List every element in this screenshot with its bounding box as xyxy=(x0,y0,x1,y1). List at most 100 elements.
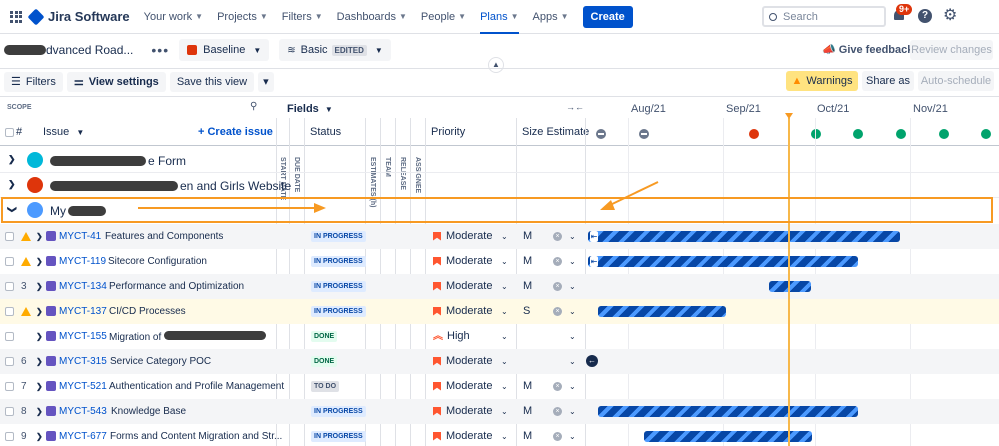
review-changes-button[interactable]: Review changes xyxy=(910,40,993,60)
status-lozenge[interactable]: DONE xyxy=(311,331,338,342)
release-status-icon[interactable] xyxy=(939,129,949,139)
status-lozenge[interactable]: IN PROGRESS xyxy=(311,306,366,317)
chevron-down-icon[interactable]: ⌄ xyxy=(501,382,508,391)
chevron-right-icon[interactable]: ❯ xyxy=(36,232,43,241)
row-checkbox[interactable] xyxy=(5,232,14,241)
view-settings-button[interactable]: ⚌ View settings xyxy=(66,71,166,92)
chevron-down-icon[interactable]: ⌄ xyxy=(501,432,508,441)
project-group-row[interactable]: ❯ en and Girls Website xyxy=(0,173,585,197)
issue-summary[interactable]: Features and Components xyxy=(105,231,223,242)
row-checkbox[interactable] xyxy=(5,407,14,416)
chevron-down-icon[interactable]: ⌄ xyxy=(569,282,576,291)
timeline-bar[interactable] xyxy=(598,306,726,317)
chevron-right-icon[interactable]: ❯ xyxy=(36,257,43,266)
row-checkbox[interactable] xyxy=(5,257,14,266)
issue-summary[interactable]: Sitecore Configuration xyxy=(108,256,207,267)
warning-icon[interactable] xyxy=(21,307,31,316)
size-estimate-value[interactable]: M xyxy=(523,230,532,242)
clear-icon[interactable]: × xyxy=(553,307,562,316)
chevron-down-icon[interactable]: ⌄ xyxy=(569,257,576,266)
priority-select[interactable]: ︽ High xyxy=(433,330,470,342)
scenario-dropdown[interactable]: Baseline ▼ xyxy=(179,39,270,61)
issue-summary[interactable]: CI/CD Processes xyxy=(109,306,186,317)
issue-summary[interactable]: Performance and Optimization xyxy=(109,281,244,292)
app-switcher-icon[interactable] xyxy=(10,10,22,23)
clear-icon[interactable]: × xyxy=(553,382,562,391)
more-actions-icon[interactable]: ••• xyxy=(151,42,169,58)
chevron-down-icon[interactable]: ⌄ xyxy=(569,382,576,391)
warning-icon[interactable] xyxy=(21,257,31,266)
settings-gear-icon[interactable]: ⚙ xyxy=(943,8,957,24)
chevron-down-icon[interactable]: ⌄ xyxy=(501,407,508,416)
clear-icon[interactable]: × xyxy=(553,232,562,241)
priority-select[interactable]: Moderate xyxy=(433,430,492,442)
table-row[interactable]: 9 ❯ MYCT-677 Forms and Content Migration… xyxy=(0,424,999,446)
issue-key[interactable]: MYCT-677 xyxy=(59,431,107,442)
nav-apps[interactable]: Apps ▼ xyxy=(533,0,569,34)
nav-filters[interactable]: Filters ▼ xyxy=(282,0,323,34)
priority-select[interactable]: Moderate xyxy=(433,380,492,392)
project-group-row[interactable]: ❯ My xyxy=(0,198,585,222)
issue-summary[interactable]: Service Category POC xyxy=(110,356,211,367)
timeline-bar[interactable] xyxy=(588,256,858,267)
priority-select[interactable]: Moderate xyxy=(433,405,492,417)
clear-icon[interactable]: × xyxy=(553,257,562,266)
create-button[interactable]: Create xyxy=(582,5,633,28)
status-lozenge[interactable]: IN PROGRESS xyxy=(311,431,366,442)
priority-select[interactable]: Moderate xyxy=(433,355,492,367)
nav-projects[interactable]: Projects ▼ xyxy=(217,0,268,34)
size-estimate-value[interactable]: M xyxy=(523,405,532,417)
table-row[interactable]: ❯ MYCT-137 CI/CD Processes IN PROGRESS M… xyxy=(0,299,999,324)
timeline-bar[interactable] xyxy=(598,406,858,417)
chevron-down-icon[interactable]: ⌄ xyxy=(501,257,508,266)
status-lozenge[interactable]: IN PROGRESS xyxy=(311,281,366,292)
nav-people[interactable]: People ▼ xyxy=(421,0,466,34)
chevron-down-icon[interactable]: ⌄ xyxy=(501,282,508,291)
jira-logo[interactable]: Jira Software xyxy=(27,8,130,25)
issue-summary[interactable]: Knowledge Base xyxy=(111,406,186,417)
chevron-down-icon[interactable]: ⌄ xyxy=(501,232,508,241)
chevron-right-icon[interactable]: ❯ xyxy=(36,307,43,316)
row-checkbox[interactable] xyxy=(5,332,14,341)
chevron-right-icon[interactable]: ❯ xyxy=(36,282,43,291)
row-checkbox[interactable] xyxy=(5,282,14,291)
row-checkbox[interactable] xyxy=(5,432,14,441)
chevron-right-icon[interactable]: ❯ xyxy=(8,154,16,165)
nav-plans[interactable]: Plans ▼ xyxy=(480,0,519,34)
clear-icon[interactable]: × xyxy=(553,407,562,416)
timeline-bar[interactable] xyxy=(644,431,812,442)
filters-button[interactable]: ☰ Filters xyxy=(4,71,63,92)
chevron-down-icon[interactable]: ⌄ xyxy=(569,232,576,241)
clear-icon[interactable]: × xyxy=(553,432,562,441)
issue-key[interactable]: MYCT-134 xyxy=(59,281,107,292)
size-estimate-value[interactable]: M xyxy=(523,380,532,392)
search-icon[interactable]: ⚲ xyxy=(250,101,257,112)
nav-dashboards[interactable]: Dashboards ▼ xyxy=(337,0,407,34)
chevron-right-icon[interactable]: ❯ xyxy=(8,179,16,190)
release-warning-icon[interactable] xyxy=(749,129,759,139)
auto-schedule-button[interactable]: Auto-schedule xyxy=(918,71,994,91)
status-lozenge[interactable]: IN PROGRESS xyxy=(311,231,366,242)
release-status-icon[interactable] xyxy=(639,129,649,139)
search-input[interactable]: Search xyxy=(762,6,886,27)
release-status-icon[interactable] xyxy=(981,129,991,139)
chevron-down-icon[interactable]: ⌄ xyxy=(569,432,576,441)
project-group-row[interactable]: ❯ e Form xyxy=(0,148,585,172)
save-view-chevron-icon[interactable]: ▾ xyxy=(258,71,274,92)
size-estimate-value[interactable]: S xyxy=(523,305,530,317)
release-status-icon[interactable] xyxy=(896,129,906,139)
row-checkbox[interactable] xyxy=(5,307,14,316)
share-as-button[interactable]: Share as xyxy=(862,71,914,91)
create-issue-button[interactable]: + Create issue xyxy=(198,126,273,138)
issue-key[interactable]: MYCT-543 xyxy=(59,406,107,417)
issue-key[interactable]: MYCT-315 xyxy=(59,356,107,367)
chevron-right-icon[interactable]: ❯ xyxy=(36,357,43,366)
chevron-down-icon[interactable]: ⌄ xyxy=(569,307,576,316)
collapse-fields-icon[interactable]: →← xyxy=(566,102,584,112)
priority-select[interactable]: Moderate xyxy=(433,305,492,317)
size-estimate-value[interactable]: M xyxy=(523,280,532,292)
status-lozenge[interactable]: DONE xyxy=(311,356,338,367)
chevron-down-icon[interactable]: ⌄ xyxy=(501,307,508,316)
chevron-right-icon[interactable]: ❯ xyxy=(36,332,43,341)
chevron-down-icon[interactable]: ❯ xyxy=(6,206,17,214)
